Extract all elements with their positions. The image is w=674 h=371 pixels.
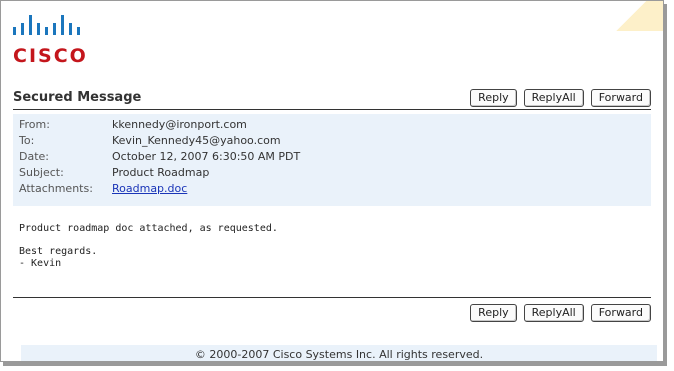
body-line: Best regards. (19, 246, 98, 257)
header-label: From: (19, 118, 50, 131)
page-title: Secured Message (13, 90, 142, 105)
reply-button[interactable]: Reply (470, 89, 517, 107)
forward-button[interactable]: Forward (590, 89, 651, 107)
message-body: Product roadmap doc attached, as request… (19, 223, 278, 269)
header-label: Subject: (19, 166, 64, 179)
message-headers: From: kkennedy@ironport.com To: Kevin_Ke… (13, 114, 651, 206)
forward-button[interactable]: Forward (590, 304, 651, 322)
copyright-footer: © 2000-2007 Cisco Systems Inc. All right… (21, 345, 657, 361)
cisco-logo-text: CISCO (13, 45, 88, 67)
header-value: kkennedy@ironport.com (112, 118, 247, 131)
divider (13, 297, 651, 298)
header-label: Attachments: (19, 182, 93, 195)
reply-all-button[interactable]: ReplyAll (523, 89, 584, 107)
reply-all-button[interactable]: ReplyAll (523, 304, 584, 322)
body-line: Product roadmap doc attached, as request… (19, 223, 278, 234)
bottom-toolbar: Reply ReplyAll Forward (470, 304, 651, 322)
title-bar: Secured Message Reply ReplyAll Forward (13, 89, 651, 110)
corner-decoration (615, 1, 663, 31)
header-value: October 12, 2007 6:30:50 AM PDT (112, 150, 301, 163)
message-window: CISCO Secured Message Reply ReplyAll For… (0, 0, 664, 362)
top-toolbar: Reply ReplyAll Forward (470, 89, 651, 107)
reply-button[interactable]: Reply (470, 304, 517, 322)
attachment-link[interactable]: Roadmap.doc (112, 182, 187, 196)
cisco-logo-bars (13, 15, 80, 35)
header-value: Kevin_Kennedy45@yahoo.com (112, 134, 281, 147)
header-label: Date: (19, 150, 49, 163)
header-label: To: (19, 134, 35, 147)
header-value: Product Roadmap (112, 166, 210, 179)
body-line: - Kevin (19, 257, 62, 269)
